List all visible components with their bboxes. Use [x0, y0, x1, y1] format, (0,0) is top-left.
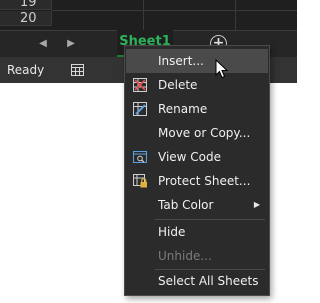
menu-item-hide[interactable]: Hide [126, 220, 268, 244]
menu-item-label: Tab Color [158, 198, 214, 212]
menu-item-label: Protect Sheet... [158, 174, 251, 188]
mouse-pointer-icon [215, 59, 229, 79]
sheet-context-menu: Insert... Delete Rename Move or Copy... [124, 45, 270, 296]
status-ready-text: Ready [7, 63, 45, 77]
menu-item-label: Delete [158, 78, 198, 92]
row-header-20[interactable]: 20 [0, 11, 52, 26]
menu-item-label: Rename [158, 102, 208, 116]
grid-line [143, 0, 144, 30]
delete-sheet-icon [133, 78, 147, 92]
menu-item-unhide: Unhide... [126, 244, 268, 268]
menu-item-protect-sheet[interactable]: Protect Sheet... [126, 169, 268, 193]
menu-item-insert[interactable]: Insert... [126, 49, 268, 73]
grid-line [52, 10, 297, 11]
menu-item-label: Unhide... [158, 249, 212, 263]
menu-item-tab-color[interactable]: Tab Color ▶ [126, 193, 268, 217]
protect-sheet-icon [133, 174, 147, 188]
menu-item-select-all-sheets[interactable]: Select All Sheets [126, 269, 268, 293]
view-code-icon [133, 151, 147, 163]
menu-item-label: Hide [158, 225, 186, 239]
grid-line [235, 0, 236, 30]
worksheet-grid[interactable]: 19 20 [0, 0, 297, 30]
submenu-arrow-icon: ▶ [253, 200, 260, 209]
row-header-19[interactable]: 19 [0, 0, 52, 10]
rename-sheet-icon [133, 102, 147, 116]
menu-item-label: Select All Sheets [158, 274, 259, 288]
page-layout-icon[interactable] [71, 64, 84, 76]
menu-item-view-code[interactable]: View Code [126, 145, 268, 169]
scroll-tabs-left-icon[interactable]: ◀ [33, 31, 53, 57]
menu-item-label: View Code [158, 150, 222, 164]
menu-item-move-or-copy[interactable]: Move or Copy... [126, 121, 268, 145]
menu-item-delete[interactable]: Delete [126, 73, 268, 97]
menu-item-rename[interactable]: Rename [126, 97, 268, 121]
menu-item-label: Insert... [158, 54, 204, 68]
menu-item-label: Move or Copy... [158, 126, 251, 140]
scroll-tabs-right-icon[interactable]: ▶ [61, 31, 81, 57]
